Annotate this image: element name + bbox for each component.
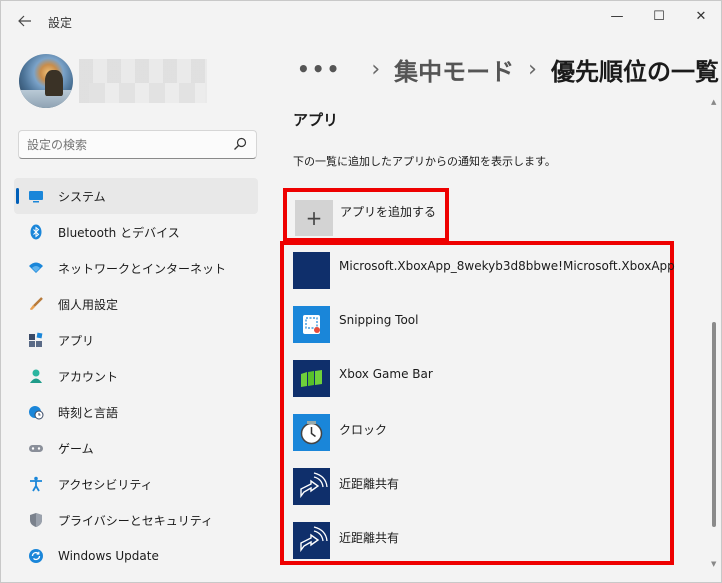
- sidebar-item-label: アカウント: [58, 369, 119, 384]
- xbox-app-icon: [293, 252, 330, 289]
- sidebar-item-apps[interactable]: アプリ: [14, 322, 258, 358]
- sidebar-item-label: アクセシビリティ: [58, 477, 153, 492]
- user-email-redacted: [89, 83, 205, 103]
- brush-icon: [28, 296, 44, 312]
- settings-search[interactable]: [18, 130, 257, 159]
- list-item[interactable]: Snipping Tool: [293, 306, 663, 346]
- sidebar-item-bluetooth[interactable]: Bluetooth とデバイス: [14, 214, 258, 250]
- list-item[interactable]: クロック: [293, 414, 663, 454]
- section-description: 下の一覧に追加したアプリからの通知を表示します。: [293, 155, 556, 168]
- app-name: Snipping Tool: [339, 313, 419, 327]
- sidebar-item-label: プライバシーとセキュリティ: [58, 513, 214, 528]
- globe-clock-icon: [28, 404, 44, 420]
- back-arrow-icon[interactable]: [13, 9, 37, 33]
- close-button[interactable]: ✕: [681, 1, 721, 31]
- search-input[interactable]: [27, 136, 227, 154]
- chevron-right-icon: ›: [528, 56, 537, 82]
- sidebar-item-label: システム: [58, 189, 106, 204]
- apps-icon: [28, 332, 44, 348]
- clock-icon: [293, 414, 330, 451]
- sidebar-item-privacy[interactable]: プライバシーとセキュリティ: [14, 502, 258, 538]
- app-name: クロック: [339, 423, 388, 437]
- app-name: Microsoft.XboxApp_8wekyb3d8bbwe!Microsof…: [339, 259, 675, 273]
- list-item[interactable]: 近距離共有: [293, 468, 663, 508]
- sidebar-item-network[interactable]: ネットワークとインターネット: [14, 250, 258, 286]
- breadcrumb: ••• › 集中モード › 優先順位の一覧: [297, 51, 719, 87]
- nearby-share-icon: [293, 522, 330, 559]
- wifi-icon: [28, 260, 44, 276]
- scrollbar-thumb[interactable]: [712, 322, 716, 527]
- sidebar-nav: システム Bluetooth とデバイス ネットワークとインターネット 個人用設…: [14, 178, 258, 574]
- priority-app-list: Microsoft.XboxApp_8wekyb3d8bbwe!Microsof…: [280, 241, 675, 565]
- snipping-tool-icon: [293, 306, 330, 343]
- list-item[interactable]: 近距離共有: [293, 522, 663, 562]
- sidebar-item-label: Windows Update: [58, 549, 159, 563]
- section-title: アプリ: [293, 111, 339, 129]
- avatar[interactable]: [19, 54, 73, 108]
- sidebar-item-time-language[interactable]: 時刻と言語: [14, 394, 258, 430]
- sidebar-item-label: アプリ: [58, 333, 95, 348]
- shield-icon: [28, 512, 44, 528]
- sidebar-item-windows-update[interactable]: Windows Update: [14, 538, 258, 574]
- account-icon: [28, 368, 44, 384]
- chevron-right-icon: ›: [371, 56, 381, 82]
- app-name: 近距離共有: [339, 477, 400, 491]
- app-name: Xbox Game Bar: [339, 367, 433, 381]
- scroll-up-icon[interactable]: ▲: [711, 98, 716, 106]
- xbox-game-bar-icon: [293, 360, 330, 397]
- gamepad-icon: [28, 440, 44, 456]
- sidebar-item-accounts[interactable]: アカウント: [14, 358, 258, 394]
- sidebar-item-system[interactable]: システム: [14, 178, 258, 214]
- sidebar-item-label: 時刻と言語: [58, 405, 119, 420]
- search-icon[interactable]: [233, 137, 247, 151]
- sidebar-item-label: 個人用設定: [58, 297, 119, 312]
- system-display-icon: [28, 188, 44, 204]
- add-app-button[interactable]: +: [295, 200, 333, 236]
- scroll-down-icon[interactable]: ▼: [711, 560, 716, 568]
- accessibility-icon: [28, 476, 44, 492]
- breadcrumb-overflow-button[interactable]: •••: [297, 57, 341, 81]
- page-title: 優先順位の一覧: [550, 57, 719, 86]
- breadcrumb-parent-link[interactable]: 集中モード: [394, 52, 514, 87]
- vertical-scrollbar[interactable]: ▲ ▼: [711, 98, 717, 568]
- sidebar-item-label: ネットワークとインターネット: [58, 261, 227, 276]
- maximize-button[interactable]: ☐: [639, 1, 679, 31]
- add-app-row: + アプリを追加する: [283, 188, 449, 242]
- plus-icon: +: [305, 206, 323, 230]
- sidebar-item-accessibility[interactable]: アクセシビリティ: [14, 466, 258, 502]
- sidebar-item-label: Bluetooth とデバイス: [58, 225, 180, 240]
- update-icon: [28, 548, 44, 564]
- minimize-button[interactable]: —: [597, 1, 637, 31]
- sidebar-item-gaming[interactable]: ゲーム: [14, 430, 258, 466]
- bluetooth-icon: [28, 224, 44, 240]
- title-bar: 設定 — ☐ ✕: [1, 1, 721, 37]
- window-title: 設定: [48, 16, 73, 30]
- list-item[interactable]: Xbox Game Bar: [293, 360, 663, 400]
- app-name: 近距離共有: [339, 531, 400, 545]
- list-item[interactable]: Microsoft.XboxApp_8wekyb3d8bbwe!Microsof…: [293, 252, 675, 292]
- settings-window: 設定 — ☐ ✕ システム Bluetooth とデバイス: [0, 0, 722, 583]
- add-app-label[interactable]: アプリを追加する: [340, 203, 436, 220]
- sidebar-item-personalization[interactable]: 個人用設定: [14, 286, 258, 322]
- sidebar-item-label: ゲーム: [58, 441, 94, 456]
- nearby-share-icon: [293, 468, 330, 505]
